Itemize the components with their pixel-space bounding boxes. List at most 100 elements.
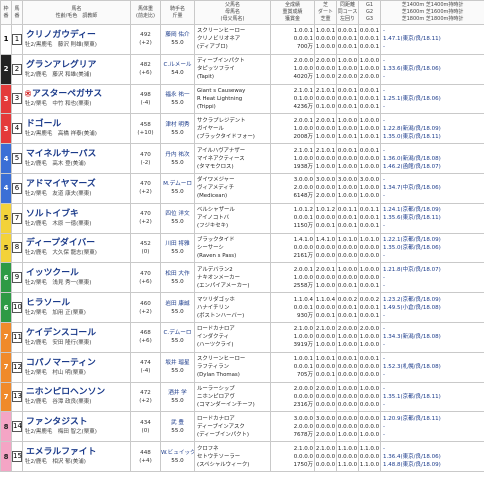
horse-name-link[interactable]: マイネルサーパス (26, 149, 96, 159)
time-1800[interactable]: 1.35.0(東京/良/18.11) (383, 133, 484, 141)
jockey-name-link[interactable]: 岩田 康誠 (162, 300, 194, 308)
horse-name-link[interactable]: アスターペガサス (32, 89, 102, 99)
horse-name-link[interactable]: コパノマーティン (26, 358, 96, 368)
time-1800[interactable]: - (383, 371, 484, 379)
time-1400[interactable]: - (383, 87, 484, 95)
jockey-name-link[interactable]: 津村 明秀 (162, 121, 194, 129)
horse-name-link[interactable]: アドマイヤマーズ (26, 179, 96, 189)
header-times: 芝1400m 芝1400m持時計 芝1600m 芝1600m持時計 芝1800m 芝… (380, 0, 484, 25)
time-1400[interactable]: 1.20.9(京都/良/18.11) (383, 415, 484, 423)
time-1400[interactable]: - (383, 355, 484, 363)
sire-name: スクリーンヒーロー (197, 356, 246, 363)
horse-name-link[interactable]: ディープダイバー (26, 238, 95, 248)
horse-name-link[interactable]: ソルトイブキ (26, 209, 79, 219)
time-1400[interactable]: - (383, 176, 484, 184)
time-1400[interactable]: 1.23.2(京都/良/18.09) (383, 296, 484, 304)
time-1600[interactable]: - (383, 423, 484, 431)
jockey-name-link[interactable]: W.ビュイック (162, 449, 194, 457)
horse-name-link[interactable]: ファンタジスト (26, 417, 88, 427)
time-1600[interactable]: 1.47.1(東京/良/18.11) (383, 35, 484, 43)
time-1400[interactable]: 1.22.1(京都/良/18.09) (383, 236, 484, 244)
turf-record: 3.0.0.0 (315, 177, 336, 184)
time-1400[interactable]: - (383, 117, 484, 125)
uma-number: 11 (12, 331, 22, 343)
jockey-name-link[interactable]: 藤岡 佑介 (162, 31, 194, 39)
uma-cell: 11 (11, 321, 23, 353)
time-1800[interactable]: - (383, 341, 484, 349)
time-1800[interactable]: 1.48.8(東京/良/18.09) (383, 461, 484, 469)
horse-name-link[interactable]: イッツクール (26, 268, 79, 278)
time-1800[interactable]: - (383, 252, 484, 260)
horse-name-link[interactable]: グランアレグリア (26, 60, 96, 70)
time-1400[interactable]: - (383, 27, 484, 35)
turf-dirt-cell: 2.1.0.0 0.0.0.0 0.0.0.0 (314, 441, 337, 472)
time-1600[interactable]: 1.35.1(京都/良/18.11) (383, 393, 484, 401)
time-1800[interactable]: - (383, 312, 484, 320)
jockey-name-link[interactable]: 坂井 瑠星 (162, 359, 194, 367)
time-1800[interactable]: - (383, 282, 484, 290)
jockey-name-link[interactable]: 丹内 祐次 (162, 151, 194, 159)
horse-name-link[interactable]: クリノガウディー (26, 30, 96, 40)
horse-name-link[interactable]: ケイデンスコール (26, 328, 96, 338)
weight-cell: 470 (+2) (130, 202, 161, 234)
time-1800[interactable]: - (383, 73, 484, 81)
time-1400[interactable]: - (383, 385, 484, 393)
turf-record: 2.1.0.1 (315, 87, 336, 94)
same-distance-record: 1.0.1.0 (337, 236, 358, 243)
time-1800[interactable]: - (383, 103, 484, 111)
horse-name-link[interactable]: ニホンピロヘンソン (26, 387, 105, 397)
jockey-name-link[interactable]: 酒井 学 (162, 389, 194, 397)
horse-name-link[interactable]: エメラルファイト (26, 447, 96, 457)
jockey-name-link[interactable]: C.デムーロ (162, 329, 194, 337)
left-turn-record: 1.0.0.0 (337, 193, 358, 200)
time-1400[interactable]: - (383, 445, 484, 453)
time-1800[interactable]: - (383, 43, 484, 51)
time-1600[interactable]: 1.52.3(札幌/良/18.08) (383, 363, 484, 371)
same-course-record: 0.0.0.0 (337, 155, 358, 162)
grade-cell: 0.0.0.0 0.0.0.0 1.0.0.0 (358, 411, 381, 443)
total-record: 2.1.0.1 (293, 147, 313, 154)
time-1400[interactable]: - (383, 325, 484, 333)
time-1400[interactable]: - (383, 57, 484, 65)
damsire-name: (ボストンハーバー) (197, 312, 245, 319)
g1-record: 0.0.0.1 (359, 356, 380, 363)
time-1600[interactable]: 1.36.0(新潟/良/18.08) (383, 155, 484, 163)
time-1600[interactable]: 1.25.1(東京/良/18.06) (383, 95, 484, 103)
time-1400[interactable]: - (383, 147, 484, 155)
time-1600[interactable]: 1.33.6(東京/良/18.06) (383, 65, 484, 73)
time-1800[interactable]: - (383, 401, 484, 409)
time-1600[interactable]: 1.34.3(新潟/良/18.08) (383, 333, 484, 341)
jockey-name-link[interactable]: 川田 将雅 (162, 240, 194, 248)
horse-name-link[interactable]: ヒラソール (26, 298, 70, 308)
time-1600[interactable]: - (383, 274, 484, 282)
waku-number: 1 (3, 35, 9, 44)
same-course-record: 0.0.0.1 (337, 215, 358, 222)
jockey-name-link[interactable]: 福永 祐一 (162, 91, 194, 99)
time-1800[interactable]: - (383, 222, 484, 230)
same-distance-record: 0.0.0.1 (337, 147, 358, 154)
jockey-name-link[interactable]: C.ルメール (162, 61, 194, 69)
record-cell: 2.1.0.1 1.0.0.0 1938万 (270, 143, 315, 174)
weight-diff: (+4) (139, 457, 152, 464)
jockey-name-link[interactable]: 武 豊 (162, 419, 194, 427)
jockey-name-link[interactable]: 四位 洋文 (162, 210, 194, 218)
time-1600[interactable]: 1.35.6(東京/良/18.11) (383, 214, 484, 222)
time-1600[interactable]: 1.22.8(新潟/良/18.09) (383, 125, 484, 133)
time-1600[interactable]: 1.49.5(小倉/良/18.08) (383, 304, 484, 312)
time-1400[interactable]: 1.21.8(中京/良/18.07) (383, 266, 484, 274)
horse-cell: ケイデンスコール 牡2/鹿毛 安田 隆行(栗東) (22, 321, 131, 353)
time-1600[interactable]: 1.34.7(中京/良/18.06) (383, 184, 484, 192)
time-1800[interactable]: - (383, 431, 484, 439)
time-1600[interactable]: 1.35.0(京都/良/18.06) (383, 244, 484, 252)
table-row: 1 1 クリノガウディー 牡2/黒鹿毛 藤沢 則雄(栗東) 492 (+2) 藤岡 佑介 55… (0, 24, 484, 55)
heavy-turf-record: 1.0.0.0 (315, 44, 336, 51)
horse-name-link[interactable]: ドゴール (26, 119, 61, 129)
time-1600[interactable]: 1.36.4(東京/良/18.06) (383, 453, 484, 461)
time-1800[interactable]: 1.46.2(函館/良/18.07) (383, 163, 484, 171)
time-1400[interactable]: 1.24.1(京都/良/18.09) (383, 206, 484, 214)
jockey-name-link[interactable]: M.デムーロ (162, 180, 194, 188)
time-1800[interactable]: - (383, 192, 484, 200)
jockey-name-link[interactable]: 松田 大作 (162, 270, 194, 278)
uma-cell: 10 (11, 292, 23, 323)
jockey-weight: 55.0 (171, 129, 184, 136)
